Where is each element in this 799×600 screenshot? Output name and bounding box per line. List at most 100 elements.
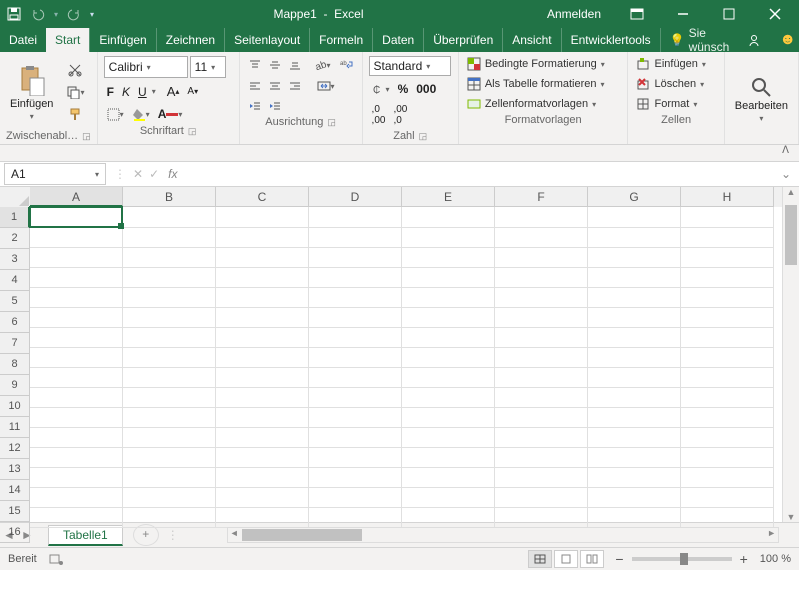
ribbon-display-icon[interactable]: [617, 0, 657, 28]
cell[interactable]: [402, 387, 495, 408]
cell[interactable]: [402, 507, 495, 528]
cell[interactable]: [216, 287, 309, 308]
cell[interactable]: [495, 307, 588, 328]
cell[interactable]: [402, 487, 495, 508]
cut-icon[interactable]: [63, 61, 87, 79]
row-header[interactable]: 16: [0, 522, 30, 543]
save-icon[interactable]: [6, 6, 22, 22]
increase-indent-icon[interactable]: [266, 98, 284, 114]
page-layout-view-icon[interactable]: [554, 550, 578, 568]
cell[interactable]: [495, 507, 588, 528]
cell[interactable]: [30, 367, 123, 388]
qat-customize-icon[interactable]: ▾: [90, 10, 94, 19]
cell[interactable]: [681, 307, 774, 328]
cell[interactable]: [30, 467, 123, 488]
row-header[interactable]: 3: [0, 249, 30, 270]
cell[interactable]: [495, 207, 588, 228]
cell[interactable]: [681, 467, 774, 488]
cell[interactable]: [123, 327, 216, 348]
cell[interactable]: [309, 287, 402, 308]
cell[interactable]: [123, 267, 216, 288]
cell[interactable]: [30, 507, 123, 528]
cell[interactable]: [216, 227, 309, 248]
conditional-formatting-button[interactable]: Bedingte Formatierung▾: [465, 56, 622, 72]
zoom-slider[interactable]: [632, 557, 732, 561]
cell[interactable]: [402, 267, 495, 288]
cell[interactable]: [588, 447, 681, 468]
cell[interactable]: [123, 387, 216, 408]
name-box[interactable]: A1▾: [4, 163, 106, 185]
cell[interactable]: [681, 207, 774, 228]
cell[interactable]: [495, 387, 588, 408]
cell[interactable]: [216, 507, 309, 528]
cell[interactable]: [30, 347, 123, 368]
cell[interactable]: [309, 247, 402, 268]
cell[interactable]: [216, 467, 309, 488]
align-middle-icon[interactable]: [266, 57, 284, 73]
cell[interactable]: [30, 287, 123, 308]
column-header[interactable]: B: [123, 187, 216, 207]
cell[interactable]: [402, 467, 495, 488]
cell[interactable]: [123, 227, 216, 248]
cell[interactable]: [216, 267, 309, 288]
cell[interactable]: [588, 387, 681, 408]
cell[interactable]: [30, 227, 123, 248]
row-header[interactable]: 8: [0, 354, 30, 375]
cell[interactable]: [495, 247, 588, 268]
copy-icon[interactable]: ▾: [63, 83, 87, 101]
cell-styles-button[interactable]: Zellenformatvorlagen▾: [465, 96, 622, 112]
shrink-font-icon[interactable]: A▾: [184, 84, 201, 99]
cell[interactable]: [216, 487, 309, 508]
cell[interactable]: [216, 367, 309, 388]
signin-link[interactable]: Anmelden: [537, 7, 611, 21]
cell[interactable]: [402, 347, 495, 368]
tab-datei[interactable]: Datei: [0, 28, 46, 52]
number-format-combo[interactable]: Standard▾: [369, 56, 451, 76]
row-header[interactable]: 11: [0, 417, 30, 438]
cell[interactable]: [681, 347, 774, 368]
cell[interactable]: [216, 447, 309, 468]
cell[interactable]: [681, 247, 774, 268]
cell[interactable]: [216, 347, 309, 368]
cell[interactable]: [495, 427, 588, 448]
italic-button[interactable]: K: [119, 83, 133, 101]
cell[interactable]: [588, 327, 681, 348]
column-header[interactable]: A: [30, 187, 123, 207]
redo-icon[interactable]: [66, 6, 82, 22]
cell[interactable]: [216, 207, 309, 228]
tab-formeln[interactable]: Formeln: [309, 28, 372, 52]
borders-icon[interactable]: ▾: [104, 106, 127, 123]
align-center-icon[interactable]: [266, 78, 284, 94]
tab-ansicht[interactable]: Ansicht: [502, 28, 560, 52]
cell[interactable]: [30, 427, 123, 448]
comma-style-icon[interactable]: 000: [413, 80, 439, 98]
select-all-button[interactable]: [0, 187, 31, 208]
cell[interactable]: [495, 367, 588, 388]
percent-style-icon[interactable]: %: [395, 80, 412, 98]
tab-daten[interactable]: Daten: [372, 28, 423, 52]
orientation-icon[interactable]: ab▾: [310, 56, 334, 74]
increase-decimal-icon[interactable]: ,0,00: [369, 102, 389, 128]
cell[interactable]: [495, 227, 588, 248]
row-header[interactable]: 12: [0, 438, 30, 459]
cell[interactable]: [495, 487, 588, 508]
accounting-format-icon[interactable]: ₵▾: [369, 81, 393, 97]
dialog-launcher-icon[interactable]: ◲: [82, 131, 91, 142]
cell[interactable]: [681, 487, 774, 508]
cell[interactable]: [681, 427, 774, 448]
cell[interactable]: [402, 287, 495, 308]
horizontal-scrollbar[interactable]: ◄►: [227, 527, 779, 543]
smiley-icon[interactable]: ☻: [770, 28, 799, 52]
cell[interactable]: [123, 307, 216, 328]
cell[interactable]: [681, 327, 774, 348]
cell[interactable]: [681, 227, 774, 248]
format-cells-button[interactable]: Format▾: [634, 96, 717, 112]
cell[interactable]: [309, 447, 402, 468]
wrap-text-icon[interactable]: ab: [336, 57, 356, 73]
zoom-level[interactable]: 100 %: [760, 553, 791, 565]
undo-dropdown-icon[interactable]: ▾: [54, 10, 58, 19]
cell[interactable]: [681, 507, 774, 528]
paste-button[interactable]: Einfügen▾: [6, 62, 57, 123]
cell[interactable]: [495, 287, 588, 308]
row-header[interactable]: 2: [0, 228, 30, 249]
